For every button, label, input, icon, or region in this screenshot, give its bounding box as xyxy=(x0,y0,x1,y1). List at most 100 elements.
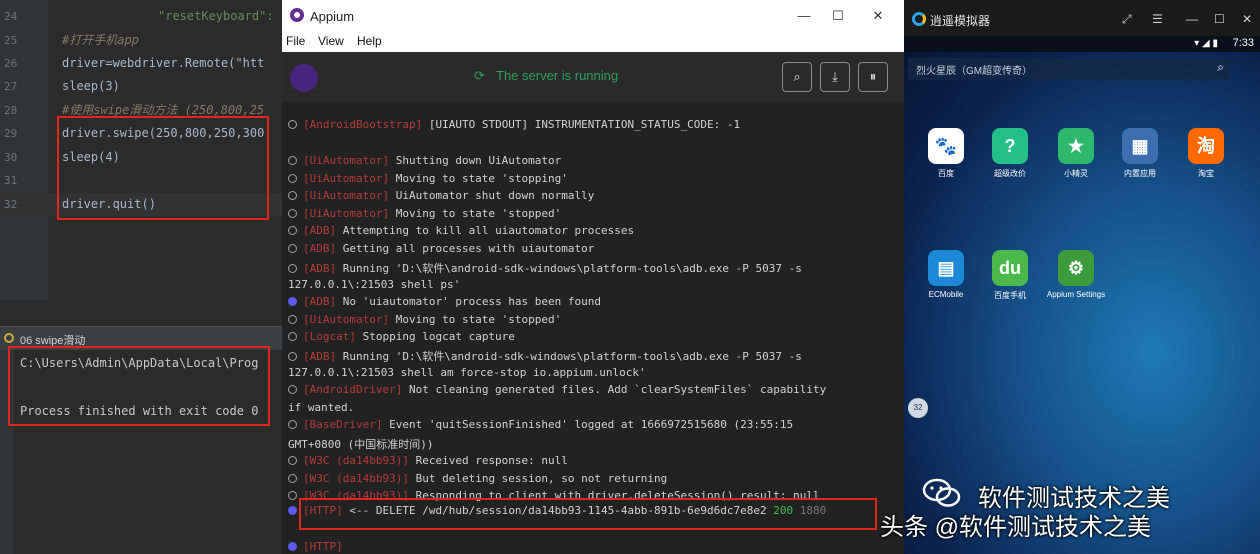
app-label: 百度手机 xyxy=(994,291,1026,300)
app-icon: du xyxy=(992,250,1028,286)
emulator-window: 逍遥模拟器 ⤢ ☰ — ☐ ✕ ▾ ◢ ▮ 7:33 烈火星辰（GM超变传奇） … xyxy=(904,0,1260,554)
debug-dot-icon xyxy=(288,226,297,235)
log-message: Moving to state 'stopped' xyxy=(389,313,562,326)
pause-button[interactable]: ⏸ xyxy=(858,62,888,92)
log-tag: [ADB] xyxy=(303,295,337,308)
log-line: if wanted. xyxy=(288,401,354,414)
debug-dot-icon xyxy=(288,264,297,273)
app-label: 超级改价 xyxy=(994,169,1026,178)
debug-dot-icon xyxy=(288,420,297,429)
code-line: 24 "resetKeyboard": xyxy=(0,5,282,28)
debug-dot-icon xyxy=(288,456,297,465)
log-line: [AndroidDriver] Not cleaning generated f… xyxy=(288,383,826,396)
highlight-box-code xyxy=(57,116,269,220)
debug-dot-icon xyxy=(288,120,297,129)
log-line: 127.0.0.1\:21503 shell ps' xyxy=(288,278,460,291)
maximize-icon[interactable]: ☐ xyxy=(828,6,848,26)
home-search-bar[interactable]: 烈火星辰（GM超变传奇） ⌕ xyxy=(908,58,1230,80)
log-line: [UiAutomator] Moving to state 'stopped' xyxy=(288,207,561,220)
log-tag: [W3C (da14bb93)] xyxy=(303,454,409,467)
close-icon[interactable]: ✕ xyxy=(1242,12,1252,26)
refresh-icon: ⟳ xyxy=(474,68,485,83)
app-icon-tile[interactable]: ? 超级改价 xyxy=(980,128,1040,179)
wechat-icon xyxy=(922,478,961,507)
app-label: 内置应用 xyxy=(1124,169,1156,178)
debug-dot-icon xyxy=(288,244,297,253)
download-log-button[interactable]: ⤓ xyxy=(820,62,850,92)
search-button[interactable]: ⌕ xyxy=(782,62,812,92)
android-status-bar: ▾ ◢ ▮ 7:33 xyxy=(904,36,1260,52)
appium-titlebar: Appium — ☐ ✕ xyxy=(282,0,904,32)
appium-menubar: File View Help xyxy=(282,32,904,52)
code-text: sleep(3) xyxy=(62,79,120,93)
app-icon-tile[interactable]: 淘淘宝 xyxy=(1176,128,1236,179)
code-editor[interactable]: 24 "resetKeyboard": 25 #打开手机app 26 driver=web… xyxy=(0,0,282,300)
log-tag: [W3C (da14bb93)] xyxy=(303,472,409,485)
maximize-icon[interactable]: ☐ xyxy=(1214,12,1225,26)
close-icon[interactable]: ✕ xyxy=(868,6,888,26)
server-status: The server is running xyxy=(496,68,619,83)
app-icon: ★ xyxy=(1058,128,1094,164)
search-placeholder: 烈火星辰（GM超变传奇） xyxy=(916,66,1033,77)
status-time: 7:33 xyxy=(1232,37,1254,49)
app-icon: ⚙ xyxy=(1058,250,1094,286)
debug-dot-icon xyxy=(288,352,297,361)
emulator-titlebar: 逍遥模拟器 ⤢ ☰ — ☐ ✕ xyxy=(904,0,1260,36)
log-tag: [UiAutomator] xyxy=(303,154,390,167)
line-number: 24 xyxy=(4,10,18,23)
floating-badge[interactable]: 32 xyxy=(908,398,928,418)
debug-dot-icon xyxy=(288,385,297,394)
log-tag: [AndroidBootstrap] xyxy=(303,118,423,131)
code-line: 25 #打开手机app xyxy=(0,29,282,52)
log-tag: [UiAutomator] xyxy=(303,313,390,326)
search-icon: ⌕ xyxy=(1217,60,1224,74)
menu-file[interactable]: File xyxy=(286,34,305,48)
app-icon-tile[interactable]: du 百度手机 xyxy=(980,250,1040,301)
fullscreen-icon[interactable]: ⤢ xyxy=(1122,12,1132,27)
debug-dot-icon xyxy=(288,174,297,183)
code-line: 26 driver=webdriver.Remote("htt xyxy=(0,52,282,75)
watermark-bottom: 头条 @软件测试技术之美 xyxy=(880,514,1152,541)
log-tag: [ADB] xyxy=(303,262,337,275)
highlight-box-http xyxy=(299,498,877,530)
app-icon: ? xyxy=(992,128,1028,164)
log-line: [W3C (da14bb93)] But deleting session, s… xyxy=(288,472,667,485)
line-number: 30 xyxy=(4,151,18,164)
log-message: Getting all processes with uiautomator xyxy=(336,242,595,255)
log-line: GMT+0800 (中国标准时间)) xyxy=(288,436,433,452)
log-line: [ADB] No 'uiautomator' process has been … xyxy=(288,295,601,308)
app-icon-tile[interactable]: ⚙ Appium Settings xyxy=(1046,250,1106,299)
log-tag: [BaseDriver] xyxy=(303,418,383,431)
appium-server-header: ⟳ The server is running ⌕ ⤓ ⏸ xyxy=(282,52,904,102)
log-message: GMT+0800 (中国标准时间)) xyxy=(288,438,434,451)
app-icon-tile[interactable]: ▤ ECMobile xyxy=(916,250,976,299)
app-icon-tile[interactable]: ▦ 内置应用 xyxy=(1110,128,1170,179)
app-icon: ▤ xyxy=(928,250,964,286)
app-icon-tile[interactable]: 🐾 百度 xyxy=(916,128,976,179)
menu-view[interactable]: View xyxy=(318,34,344,48)
line-number: 28 xyxy=(4,104,18,117)
minimize-icon[interactable]: — xyxy=(1186,12,1198,26)
log-message: 127.0.0.1\:21503 shell am force-stop io.… xyxy=(288,366,646,379)
server-log[interactable]: [AndroidBootstrap] [UIAUTO STDOUT] INSTR… xyxy=(282,102,904,554)
appium-title: Appium xyxy=(310,9,355,24)
log-line: [UiAutomator] Shutting down UiAutomator xyxy=(288,154,561,167)
app-label: ECMobile xyxy=(928,290,964,299)
screenshot-root: 24 "resetKeyboard": 25 #打开手机app 26 driver=web… xyxy=(0,0,1260,554)
info-dot-icon xyxy=(288,542,297,551)
log-message: 127.0.0.1\:21503 shell ps' xyxy=(288,278,461,291)
appium-logo-icon xyxy=(290,8,304,22)
menu-help[interactable]: Help xyxy=(357,34,382,48)
run-config-icon xyxy=(4,333,14,343)
log-tag: [ADB] xyxy=(303,242,337,255)
log-line: [ADB] Getting all processes with uiautom… xyxy=(288,242,594,255)
menu-icon[interactable]: ☰ xyxy=(1152,12,1163,26)
debug-dot-icon xyxy=(288,156,297,165)
search-icon: ⌕ xyxy=(793,69,801,84)
app-icon-tile[interactable]: ★ 小精灵 xyxy=(1046,128,1106,179)
minimize-icon[interactable]: — xyxy=(794,6,814,26)
log-message: Running 'D:\软件\android-sdk-windows\platf… xyxy=(336,350,802,363)
appium-avatar xyxy=(290,64,318,92)
log-line: [UiAutomator] Moving to state 'stopped' xyxy=(288,313,561,326)
info-dot-icon xyxy=(288,297,297,306)
